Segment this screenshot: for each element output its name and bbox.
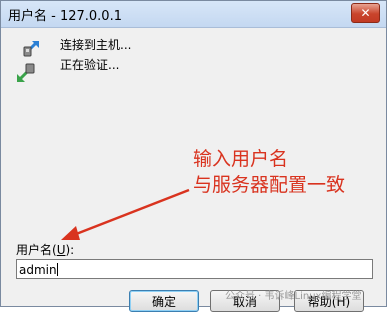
close-icon: ✕ (360, 6, 371, 20)
username-input[interactable]: admin (16, 259, 373, 279)
ok-button[interactable]: 确定 (129, 290, 199, 312)
username-label-text: 用户名( (16, 243, 57, 257)
username-label-tail: ): (65, 243, 75, 257)
window-title: 用户名 - 127.0.0.1 (8, 9, 122, 24)
dialog-content: 连接到主机... 正在验证... 输入用户名 与服务器配置一致 用户名(U): … (1, 28, 386, 312)
title-bar[interactable]: 用户名 - 127.0.0.1 ✕ (1, 1, 386, 28)
close-button[interactable]: ✕ (351, 3, 380, 23)
login-dialog: 用户名 - 127.0.0.1 ✕ 连接到主机... 正在验证... 输入用户名… (0, 0, 387, 312)
username-label: 用户名(U): (16, 241, 74, 258)
username-value: admin (19, 263, 57, 277)
text-caret (56, 263, 58, 276)
watermark: 公众号 · 韦诉峰Linux编程学堂 (225, 291, 362, 302)
